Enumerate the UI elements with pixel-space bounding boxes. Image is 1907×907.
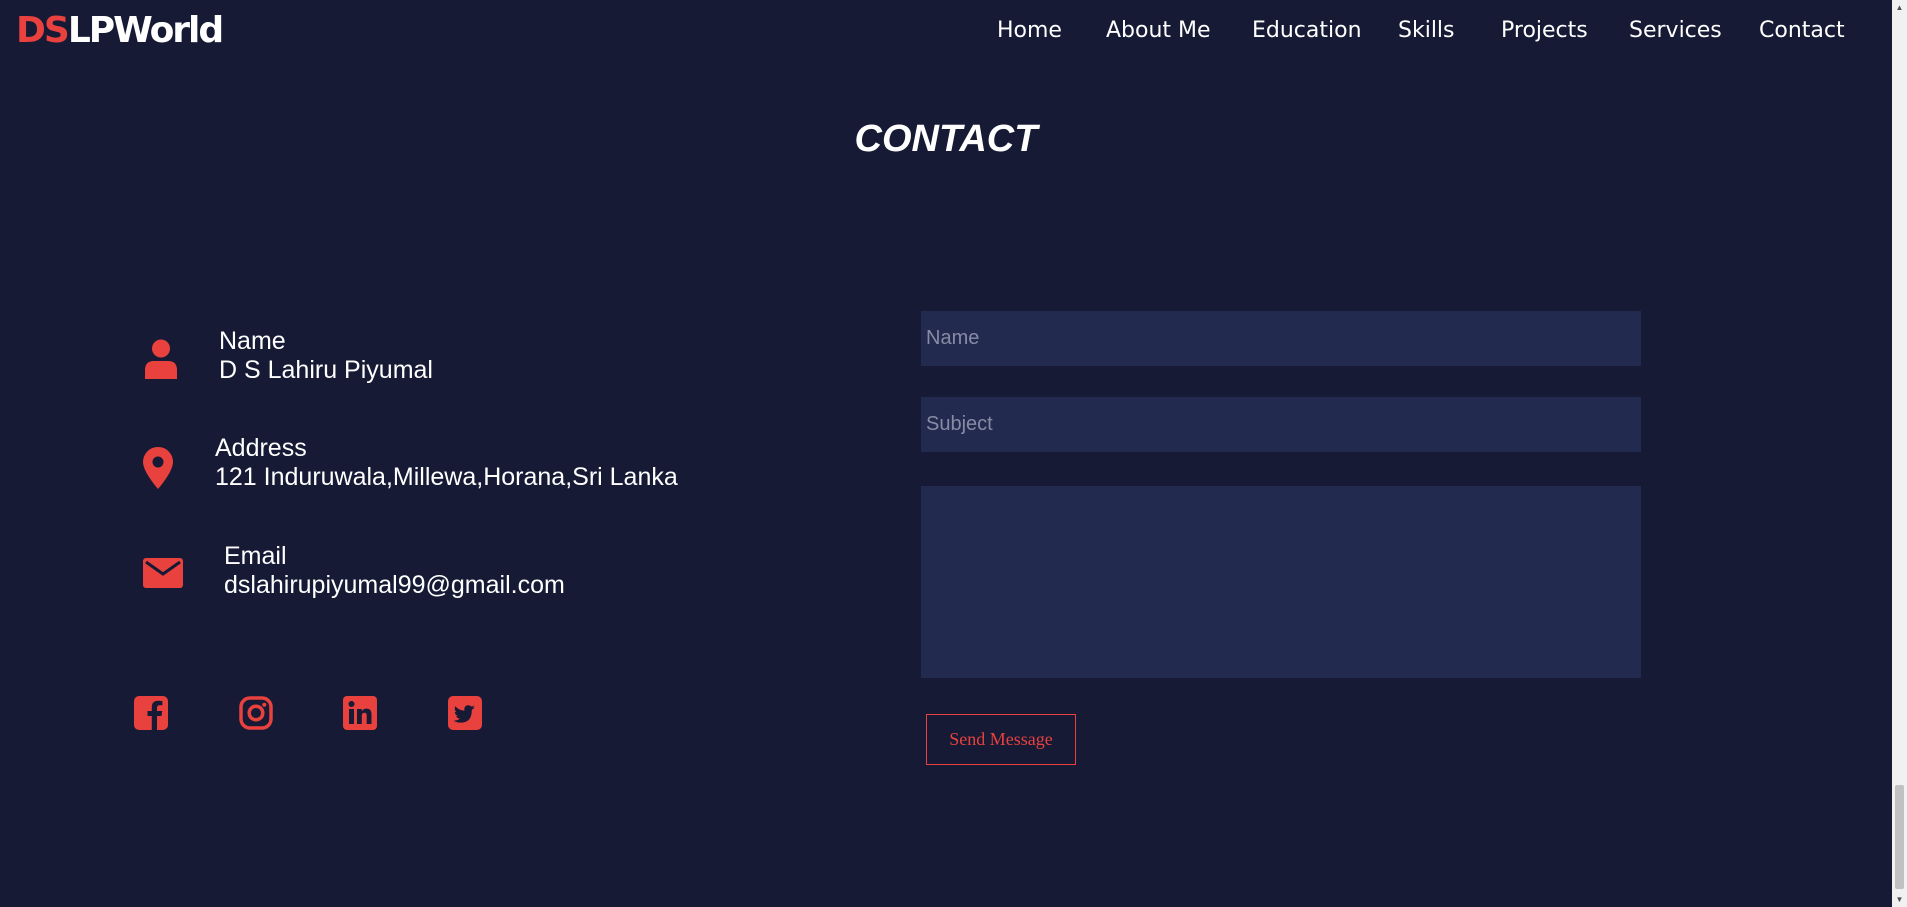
facebook-icon[interactable] bbox=[134, 696, 168, 730]
address-info: Address 121 Induruwala,Millewa,Horana,Sr… bbox=[215, 434, 678, 492]
logo-main-text: LPWorld bbox=[67, 10, 224, 51]
nav-education[interactable]: Education bbox=[1252, 18, 1362, 43]
contact-page: DSLPWorld Home About Me Education Skills… bbox=[0, 0, 1907, 907]
subject-input[interactable] bbox=[921, 397, 1641, 452]
vertical-scrollbar[interactable]: ▲ ▼ bbox=[1892, 0, 1907, 907]
nav-services[interactable]: Services bbox=[1629, 18, 1722, 43]
email-value[interactable]: dslahirupiyumal99@gmail.com bbox=[224, 571, 565, 600]
address-label: Address bbox=[215, 434, 307, 462]
section-title: CONTACT bbox=[854, 118, 1038, 160]
nav-skills[interactable]: Skills bbox=[1398, 18, 1455, 43]
site-logo[interactable]: DSLPWorld bbox=[16, 8, 224, 54]
name-value: D S Lahiru Piyumal bbox=[219, 356, 433, 384]
user-icon bbox=[145, 339, 177, 379]
logo-accent-text: DS bbox=[16, 10, 70, 51]
email-label: Email bbox=[224, 542, 287, 570]
instagram-icon[interactable] bbox=[239, 696, 273, 730]
scrollbar-thumb[interactable] bbox=[1895, 785, 1904, 889]
send-message-button[interactable]: Send Message bbox=[926, 714, 1076, 765]
envelope-icon bbox=[143, 558, 183, 588]
name-info: Name D S Lahiru Piyumal bbox=[219, 327, 433, 385]
email-info: Email dslahirupiyumal99@gmail.com bbox=[224, 542, 565, 600]
message-textarea[interactable] bbox=[921, 486, 1641, 678]
location-pin-icon bbox=[143, 447, 173, 489]
name-label: Name bbox=[219, 327, 286, 355]
nav-home[interactable]: Home bbox=[997, 18, 1062, 43]
nav-contact[interactable]: Contact bbox=[1759, 18, 1845, 43]
scroll-down-arrow-icon[interactable]: ▼ bbox=[1892, 892, 1907, 907]
name-input[interactable] bbox=[921, 311, 1641, 366]
scroll-up-arrow-icon[interactable]: ▲ bbox=[1892, 0, 1907, 15]
linkedin-icon[interactable] bbox=[343, 696, 377, 730]
nav-about-me[interactable]: About Me bbox=[1106, 18, 1211, 43]
address-value: 121 Induruwala,Millewa,Horana,Sri Lanka bbox=[215, 463, 678, 491]
nav-projects[interactable]: Projects bbox=[1501, 18, 1588, 43]
twitter-icon[interactable] bbox=[448, 696, 482, 730]
